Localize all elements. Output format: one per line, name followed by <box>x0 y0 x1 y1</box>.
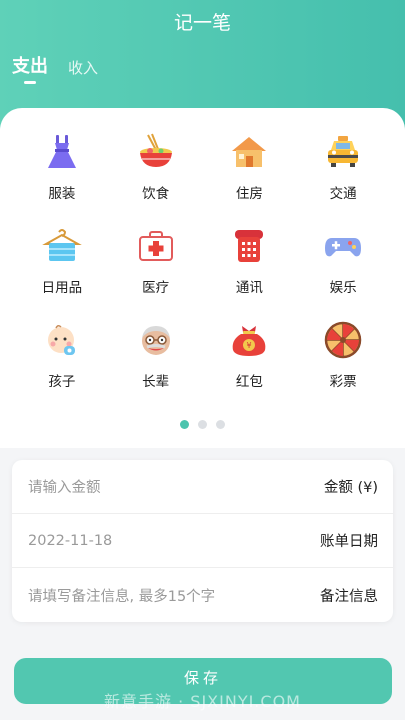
category-label: 长辈 <box>142 374 170 390</box>
category-label: 住房 <box>235 186 263 202</box>
category-daily-goods[interactable]: 日用品 <box>15 224 109 296</box>
note-input[interactable]: 请填写备注信息, 最多15个字 <box>28 585 215 606</box>
date-row[interactable]: 2022-11-18 账单日期 <box>12 514 393 568</box>
page-indicator <box>0 420 405 429</box>
category-medical[interactable]: 医疗 <box>109 224 203 296</box>
amount-row[interactable]: 请输入金额 金额 (¥) <box>12 460 393 514</box>
note-row[interactable]: 请填写备注信息, 最多15个字 备注信息 <box>12 568 393 622</box>
category-elders[interactable]: 长辈 <box>109 318 203 390</box>
baby-icon <box>40 318 84 362</box>
red-envelope-icon: ¥ <box>227 318 271 362</box>
entry-form: 请输入金额 金额 (¥) 2022-11-18 账单日期 请填写备注信息, 最多… <box>12 460 393 622</box>
category-label: 服装 <box>48 186 76 202</box>
category-label: 通讯 <box>235 280 263 296</box>
category-housing[interactable]: 住房 <box>203 130 297 202</box>
category-label: 日用品 <box>41 280 83 296</box>
category-food[interactable]: 饮食 <box>109 130 203 202</box>
category-transport[interactable]: 交通 <box>296 130 390 202</box>
category-label: 娱乐 <box>329 280 357 296</box>
medical-kit-icon <box>134 224 178 268</box>
date-value[interactable]: 2022-11-18 <box>28 533 112 549</box>
category-panel: 服装 饮食 住房 交通 日用品 医疗 通讯 娱乐 孩子 长辈 ¥ 红包 彩票 <box>0 108 405 448</box>
category-communication[interactable]: 通讯 <box>203 224 297 296</box>
tab-expense[interactable]: 支出 <box>12 52 48 78</box>
amount-label: 金额 (¥) <box>323 480 378 496</box>
category-entertainment[interactable]: 娱乐 <box>296 224 390 296</box>
category-clothing[interactable]: 服装 <box>15 130 109 202</box>
category-label: 医疗 <box>142 280 170 296</box>
house-icon <box>227 130 271 174</box>
page-dot[interactable] <box>198 420 207 429</box>
taxi-icon <box>321 130 365 174</box>
category-label: 孩子 <box>48 374 76 390</box>
noodle-bowl-icon <box>134 130 178 174</box>
category-lottery[interactable]: 彩票 <box>296 318 390 390</box>
category-label: 红包 <box>235 374 263 390</box>
elder-icon <box>134 318 178 362</box>
category-label: 交通 <box>329 186 357 202</box>
towel-hanger-icon <box>40 224 84 268</box>
save-button[interactable]: 保存 <box>14 658 392 704</box>
svg-text:¥: ¥ <box>247 341 252 350</box>
page-dot[interactable] <box>180 420 189 429</box>
gamepad-icon <box>321 224 365 268</box>
category-red-envelope[interactable]: ¥ 红包 <box>203 318 297 390</box>
dress-icon <box>40 130 84 174</box>
category-label: 彩票 <box>329 374 357 390</box>
category-grid: 服装 饮食 住房 交通 日用品 医疗 通讯 娱乐 孩子 长辈 ¥ 红包 彩票 <box>15 130 390 390</box>
tab-income[interactable]: 收入 <box>68 57 98 78</box>
lottery-wheel-icon <box>321 318 365 362</box>
page-title: 记一笔 <box>173 12 231 34</box>
tab-bar: 支出 收入 <box>12 52 118 78</box>
note-label: 备注信息 <box>320 588 378 605</box>
amount-input[interactable]: 请输入金额 <box>28 476 101 497</box>
category-label: 饮食 <box>142 186 170 202</box>
date-label: 账单日期 <box>320 534 378 550</box>
category-children[interactable]: 孩子 <box>15 318 109 390</box>
telephone-icon <box>227 224 271 268</box>
page-dot[interactable] <box>216 420 225 429</box>
